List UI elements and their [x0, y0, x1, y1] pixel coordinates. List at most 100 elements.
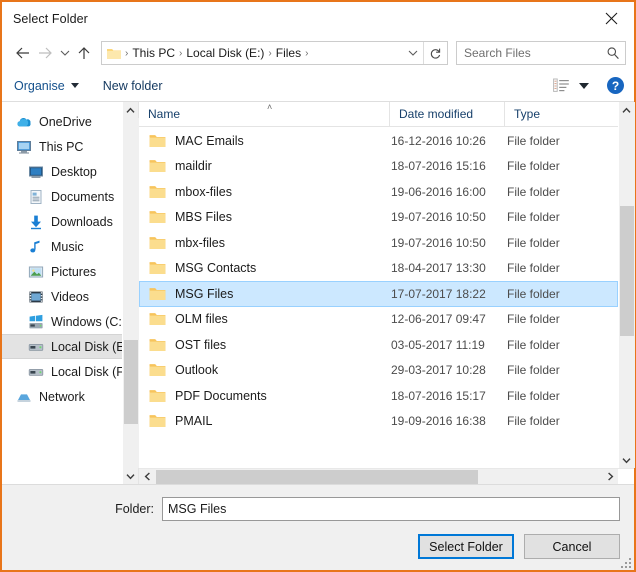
- column-header-type[interactable]: Type: [504, 101, 618, 127]
- command-bar: Organise New folder ?: [2, 70, 634, 102]
- folder-name-label: maildir: [175, 159, 212, 174]
- organise-label: Organise: [14, 78, 65, 93]
- view-options-icon: [553, 78, 569, 92]
- folder-name-label: OLM files: [175, 312, 228, 327]
- folder-icon: [149, 134, 166, 148]
- title-bar: Select Folder: [2, 2, 634, 36]
- sidebar-scrollbar[interactable]: [122, 102, 139, 484]
- breadcrumb-item-this-pc[interactable]: This PC: [129, 46, 178, 60]
- organise-menu-button[interactable]: Organise: [14, 79, 79, 93]
- pictures-icon: [28, 264, 44, 280]
- cell-name: maildir: [140, 159, 390, 173]
- scrollbar-corner: [618, 468, 634, 485]
- network-icon: [16, 389, 32, 405]
- back-button[interactable]: [12, 40, 34, 66]
- folder-name-label: MBS Files: [175, 210, 232, 225]
- sidebar-item-pictures[interactable]: Pictures: [2, 259, 122, 284]
- hscroll-thumb[interactable]: [156, 469, 478, 484]
- table-row[interactable]: OST files 03-05-2017 11:19 File folder: [139, 332, 618, 358]
- breadcrumb-item-local-disk-e[interactable]: Local Disk (E:): [183, 46, 267, 60]
- list-scroll-thumb[interactable]: [619, 206, 634, 336]
- chevron-left-icon: [144, 472, 150, 481]
- sidebar-item-network[interactable]: Network: [2, 384, 122, 409]
- sidebar-scroll-thumb[interactable]: [123, 340, 138, 424]
- table-row[interactable]: maildir 18-07-2016 15:16 File folder: [139, 154, 618, 180]
- search-box[interactable]: [456, 41, 626, 65]
- caret-down-icon: [70, 83, 79, 88]
- column-header-date-modified[interactable]: Date modified: [389, 101, 504, 127]
- help-button[interactable]: ?: [607, 77, 624, 94]
- table-row[interactable]: PDF Documents 18-07-2016 15:17 File folder: [139, 383, 618, 409]
- cell-date-modified: 19-09-2016 16:38: [391, 414, 486, 429]
- forward-button[interactable]: [34, 40, 56, 66]
- refresh-button[interactable]: [423, 42, 447, 64]
- folder-icon: [149, 338, 166, 352]
- chevron-up-icon: [126, 107, 135, 113]
- table-row[interactable]: MSG Files 17-07-2017 18:22 File folder: [139, 281, 618, 307]
- sidebar-item-local-disk-e[interactable]: Local Disk (E:): [2, 334, 122, 359]
- new-folder-button[interactable]: New folder: [103, 79, 163, 93]
- folder-name-label: Outlook: [175, 363, 219, 378]
- file-list-scrollbar[interactable]: [618, 102, 635, 468]
- cell-date-modified: 17-07-2017 18:22: [391, 286, 486, 301]
- table-row[interactable]: MBS Files 19-07-2016 10:50 File folder: [139, 205, 618, 231]
- search-input[interactable]: [457, 46, 601, 60]
- sidebar-scroll-up-button[interactable]: [122, 102, 139, 118]
- breadcrumb-dropdown-button[interactable]: [403, 42, 423, 64]
- sidebar-item-videos[interactable]: Videos: [2, 284, 122, 309]
- sidebar-item-label: This PC: [39, 139, 84, 154]
- hscroll-right-button[interactable]: [602, 469, 618, 485]
- folder-label: Folder:: [115, 502, 154, 516]
- folder-input[interactable]: [162, 497, 620, 521]
- cell-type: File folder: [507, 312, 560, 327]
- cancel-button[interactable]: Cancel: [524, 534, 620, 559]
- folder-icon: [149, 312, 166, 326]
- file-list-horizontal-scrollbar[interactable]: [139, 468, 634, 485]
- sidebar-item-documents[interactable]: Documents: [2, 184, 122, 209]
- select-folder-button[interactable]: Select Folder: [418, 534, 514, 559]
- hscroll-track[interactable]: [155, 469, 602, 485]
- breadcrumb-item-files[interactable]: Files: [273, 46, 304, 60]
- list-scroll-up-button[interactable]: [618, 102, 635, 118]
- sidebar-item-windows-c[interactable]: Windows (C:): [2, 309, 122, 334]
- dialog-buttons: Select Folder Cancel: [2, 521, 634, 559]
- table-row[interactable]: PMAIL 19-09-2016 16:38 File folder: [139, 409, 618, 435]
- file-list-inner: Name ˄ Date modified Type MAC Emails 16-1…: [139, 101, 618, 468]
- view-options-button[interactable]: [553, 78, 589, 93]
- dialog-footer: Folder: Select Folder Cancel: [2, 484, 634, 570]
- cell-name: MSG Contacts: [140, 261, 390, 275]
- sidebar-item-music[interactable]: Music: [2, 234, 122, 259]
- cell-name: MAC Emails: [140, 134, 390, 148]
- sidebar-item-label: Local Disk (F:): [51, 364, 122, 379]
- cell-type: File folder: [507, 286, 560, 301]
- sidebar-scroll-down-button[interactable]: [122, 468, 139, 484]
- cell-date-modified: 19-06-2016 16:00: [391, 184, 486, 199]
- close-button[interactable]: [588, 2, 634, 34]
- table-row[interactable]: MSG Contacts 18-04-2017 13:30 File folder: [139, 256, 618, 282]
- file-rows: MAC Emails 16-12-2016 10:26 File folder mai…: [139, 127, 618, 468]
- table-row[interactable]: Outlook 29-03-2017 10:28 File folder: [139, 358, 618, 384]
- sidebar-item-desktop[interactable]: Desktop: [2, 159, 122, 184]
- list-scroll-track[interactable]: [618, 118, 635, 452]
- sidebar-item-local-disk-f[interactable]: Local Disk (F:): [2, 359, 122, 384]
- cell-name: mbx-files: [140, 236, 390, 250]
- sidebar-item-this-pc[interactable]: This PC: [2, 134, 122, 159]
- resize-grip[interactable]: [620, 557, 631, 568]
- cell-type: File folder: [507, 414, 560, 429]
- table-row[interactable]: MAC Emails 16-12-2016 10:26 File folder: [139, 128, 618, 154]
- table-row[interactable]: mbox-files 19-06-2016 16:00 File folder: [139, 179, 618, 205]
- recent-locations-button[interactable]: [56, 40, 73, 66]
- folder-name-label: PDF Documents: [175, 388, 267, 403]
- column-header-name[interactable]: Name ˄: [139, 102, 389, 127]
- sidebar-item-downloads[interactable]: Downloads: [2, 209, 122, 234]
- list-scroll-down-button[interactable]: [618, 452, 635, 468]
- table-row[interactable]: OLM files 12-06-2017 09:47 File folder: [139, 307, 618, 333]
- search-button[interactable]: [601, 46, 625, 60]
- sidebar-scroll-track[interactable]: [122, 118, 139, 468]
- sidebar-item-onedrive[interactable]: OneDrive: [2, 109, 122, 134]
- close-icon: [605, 12, 617, 24]
- table-row[interactable]: mbx-files 19-07-2016 10:50 File folder: [139, 230, 618, 256]
- sidebar-list: OneDrive This PC Desktop Documents Downloads…: [2, 102, 122, 484]
- up-button[interactable]: [73, 40, 95, 66]
- hscroll-left-button[interactable]: [139, 469, 155, 485]
